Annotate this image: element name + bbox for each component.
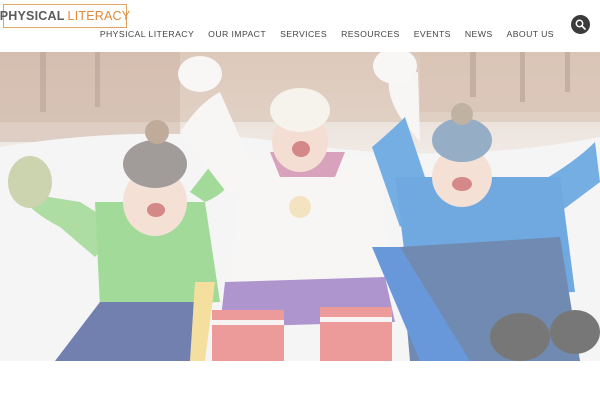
search-icon	[575, 19, 586, 30]
logo-word-physical: PHYSICAL	[0, 9, 65, 23]
hero-image-kids-sledding	[0, 52, 600, 361]
site-logo[interactable]: PHYSICAL LITERACY	[0, 4, 130, 28]
nav-item-physical-literacy[interactable]: PHYSICAL LITERACY	[100, 29, 194, 39]
logo-word-literacy: LITERACY	[67, 9, 131, 23]
nav-item-resources[interactable]: RESOURCES	[341, 29, 400, 39]
nav-item-about-us[interactable]: ABOUT US	[507, 29, 554, 39]
hero-illustration	[0, 52, 600, 361]
search-button[interactable]	[571, 15, 590, 34]
site-header: PHYSICAL LITERACY PHYSICAL LITERACY OUR …	[0, 0, 600, 52]
nav-item-our-impact[interactable]: OUR IMPACT	[208, 29, 266, 39]
main-nav: PHYSICAL LITERACY OUR IMPACT SERVICES RE…	[100, 29, 554, 39]
nav-item-services[interactable]: SERVICES	[280, 29, 327, 39]
content-area	[0, 361, 600, 400]
nav-item-news[interactable]: NEWS	[465, 29, 493, 39]
nav-item-events[interactable]: EVENTS	[414, 29, 451, 39]
